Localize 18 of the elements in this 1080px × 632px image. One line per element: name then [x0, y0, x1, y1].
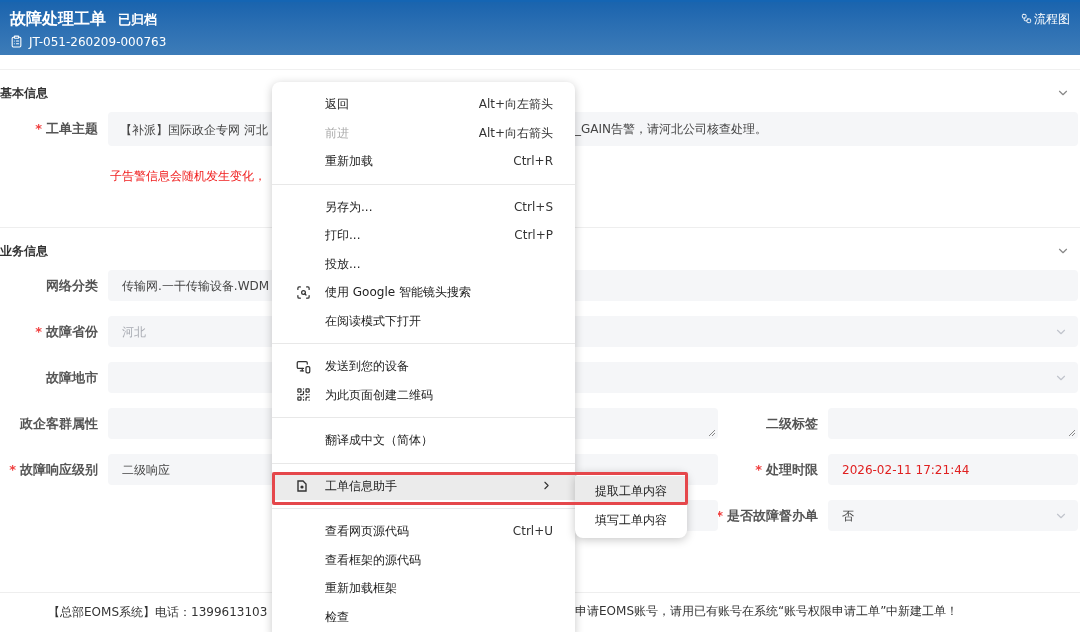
field-label: * 故障省份 [35, 322, 98, 341]
field-label: 二级标签 [766, 414, 818, 433]
warning-text: 子告警信息会随机发生变化， [110, 169, 266, 183]
footer-text: 【总部EOMS系统】电话：1399613103 [48, 604, 268, 619]
field-label: * 工单主题 [35, 120, 98, 139]
field-label: * 故障响应级别 [9, 460, 98, 479]
footer-text: 申请EOMS账号，请用已有账号在系统“账号权限申请工单”中新建工单！ [575, 602, 959, 620]
field-label: 故障地市 [46, 368, 98, 387]
field-value: 【补派】国际政企专网 河北 [120, 123, 268, 137]
section-title: 基本信息 [0, 85, 48, 102]
page-title: 故障处理工单 [10, 7, 106, 30]
field-label: 网络分类 [46, 276, 98, 295]
ticket-id: JT-051-260209-000763 [29, 33, 167, 51]
field-value: _GAIN告警，请河北公司核查处理。 [575, 121, 768, 138]
status-label: 已归档 [118, 10, 157, 29]
field-label: * 处理时限 [755, 460, 818, 479]
section-title: 业务信息 [0, 243, 48, 260]
field-label: 政企客群属性 [20, 414, 98, 433]
